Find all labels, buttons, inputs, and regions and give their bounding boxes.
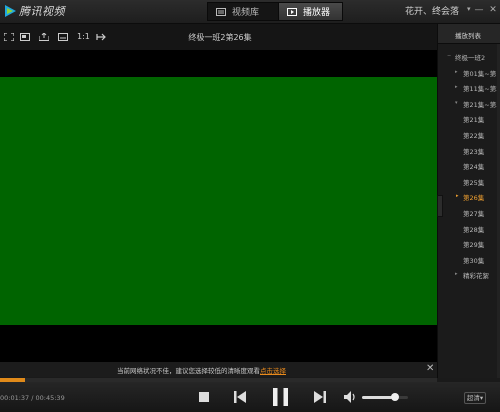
playlist-group-item[interactable]: 第11集~第20集 [463,83,498,93]
playlist-episode-item[interactable]: 第28集 [463,224,498,234]
network-notice-bar: 当前网络状况不佳，建议您选择较低的清晰度观看点击选择 ✕ [0,362,437,377]
playlist-episode-item[interactable]: 第25集 [463,177,498,187]
playlist-episode-item[interactable]: 第26集 [463,192,498,202]
volume-slider-handle[interactable] [391,393,399,401]
stop-icon[interactable] [199,392,209,402]
control-bar: 00:01:37 / 00:45:39 超清▾ [0,382,500,412]
playback-time: 00:01:37 / 00:45:39 [0,394,65,402]
playlist-expand-icon[interactable]: ▸ [455,69,458,75]
playlist-group-item[interactable]: 精彩花絮 [463,270,498,280]
playlist-expand-icon[interactable]: ▸ [455,84,458,90]
main-tabs: 视频库 播放器 [207,2,343,21]
tab-video-library-label: 视频库 [232,8,260,18]
network-notice-message: 当前网络状况不佳，建议您选择较低的清晰度观看 [117,367,260,375]
user-name[interactable]: 花开、终会落 [405,4,459,17]
playlist-expand-icon[interactable]: ▾ [455,100,458,106]
close-button[interactable]: ✕ [486,3,500,17]
volume-slider-fill [362,396,392,399]
volume-icon[interactable] [344,391,357,403]
playlist-collapse-handle[interactable] [437,195,443,217]
playlist-group-item[interactable]: 终极一班2 [455,52,498,62]
tab-player[interactable]: 播放器 [278,3,342,20]
playlist-expand-icon[interactable]: − [447,53,451,59]
app-logo-text: 腾讯视频 [19,5,65,18]
user-menu-chevron-icon[interactable]: ▾ [467,5,471,13]
playlist-episode-item[interactable]: 第30集 [463,255,498,265]
player-icon [287,7,297,16]
video-letterbox-bottom [0,325,437,362]
library-icon [216,7,226,16]
playlist-episode-item[interactable]: 第23集 [463,146,498,156]
title-bar: 腾讯视频 视频库 播放器 花开、终会落 ▾ — ✕ [0,0,500,24]
quality-select[interactable]: 超清▾ [464,392,486,404]
pin-on-top-icon[interactable] [96,33,106,41]
mini-mode-icon[interactable] [20,33,30,41]
network-notice-text: 当前网络状况不佳，建议您选择较低的清晰度观看点击选择 [117,365,286,375]
video-frame[interactable] [0,77,437,325]
choose-quality-link[interactable]: 点击选择 [260,367,286,375]
player-toolbar: 1:1 终极一班2第26集 [0,24,437,50]
fullscreen-icon[interactable] [4,33,14,41]
subtitle-icon[interactable] [58,33,68,41]
tencent-video-logo-icon [5,5,16,17]
playlist-episode-item[interactable]: 第27集 [463,208,498,218]
next-icon[interactable] [314,391,326,403]
playlist-episode-item[interactable]: 第29集 [463,239,498,249]
playlist-group-item[interactable]: 第21集~第30集 [463,99,498,109]
playlist-panel: 播放列表 −终极一班2 ▸ 第01集~第10集 ▸ 第11集~第20集 ▾ 第21集~第30… [437,24,500,378]
screenshot-icon[interactable] [39,33,49,41]
playlist-expand-icon[interactable]: ▸ [455,271,458,277]
previous-icon[interactable] [234,391,246,403]
playlist-episode-item[interactable]: 第24集 [463,161,498,171]
minimize-button[interactable]: — [472,3,486,17]
playlist-expand-icon[interactable]: ▸ [456,193,459,199]
volume-slider[interactable] [362,396,408,399]
pause-icon[interactable] [273,388,288,406]
video-letterbox-top [0,50,437,77]
playlist-group-item[interactable]: 第01集~第10集 [463,68,498,78]
aspect-ratio-button[interactable]: 1:1 [77,32,90,41]
tab-video-library[interactable]: 视频库 [208,3,278,20]
playlist-episode-item[interactable]: 第21集 [463,114,498,124]
notice-close-icon[interactable]: ✕ [426,363,434,374]
tab-player-label: 播放器 [303,8,331,18]
playlist-title: 播放列表 [455,32,481,40]
playlist-episode-item[interactable]: 第22集 [463,130,498,140]
video-title: 终极一班2第26集 [188,33,252,42]
